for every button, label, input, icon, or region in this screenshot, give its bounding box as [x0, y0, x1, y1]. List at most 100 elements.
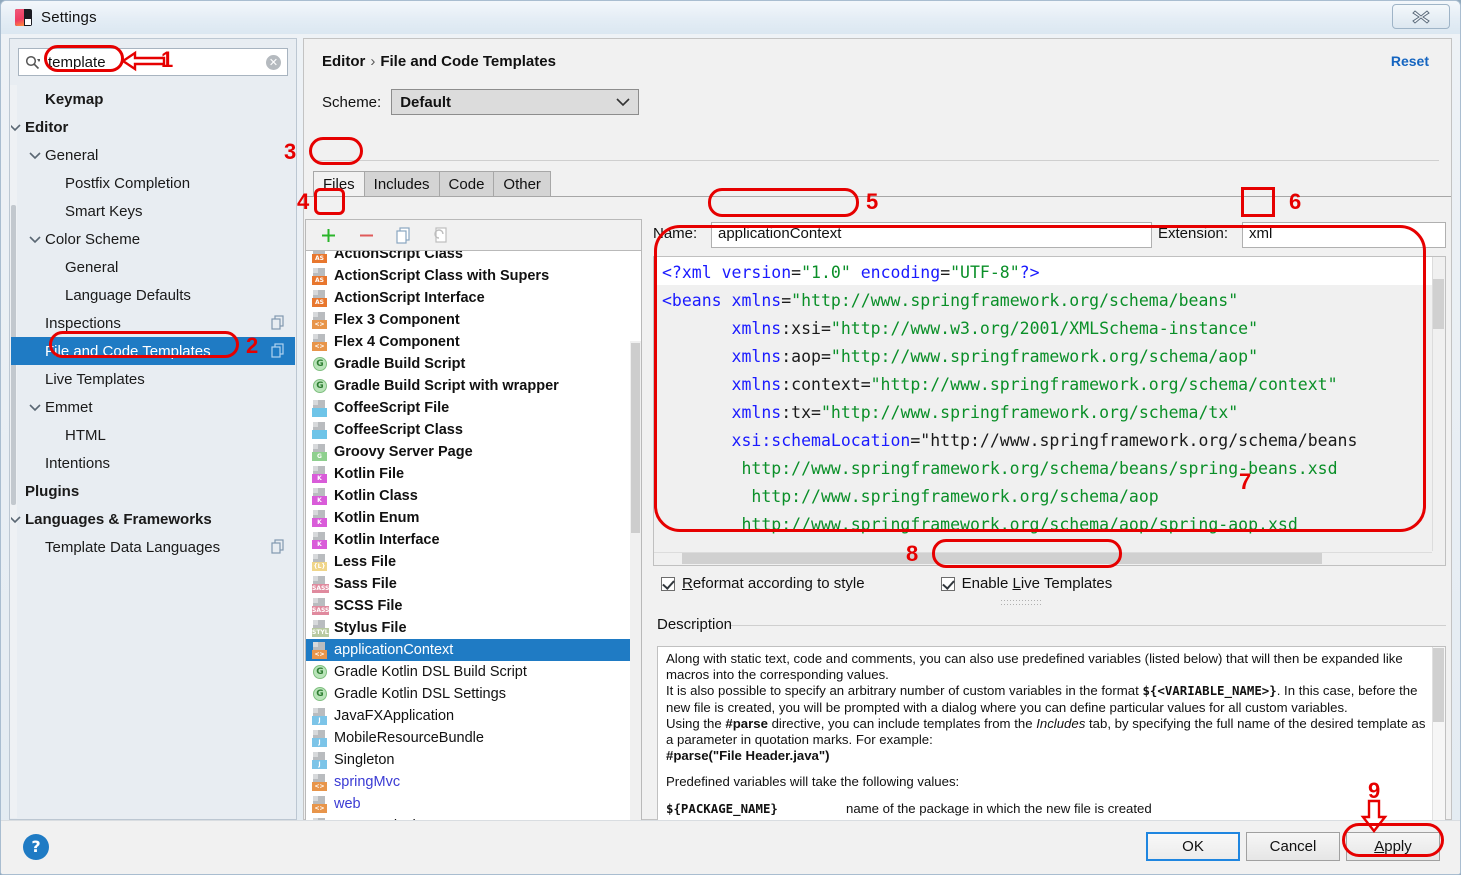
copy-icon[interactable]: [271, 343, 285, 358]
list-item[interactable]: STYL Stylus File: [306, 617, 641, 639]
enable-live-templates-checkbox[interactable]: Enable Live Templates: [940, 575, 1112, 592]
sidebar-item-editor[interactable]: Editor: [11, 113, 295, 141]
sidebar-item-color-scheme[interactable]: Color Scheme: [11, 225, 295, 253]
code-editor-content[interactable]: <?xml version="1.0" encoding="UTF-8"?> <b…: [662, 259, 1431, 539]
tab-files[interactable]: Files: [313, 171, 365, 197]
remove-template-button[interactable]: [356, 225, 376, 245]
reformat-according-to-style-checkbox[interactable]: Reformat according to style: [661, 575, 865, 592]
list-item[interactable]: J Singleton: [306, 749, 641, 771]
chevron-down-icon[interactable]: [29, 399, 43, 416]
chevron-down-icon[interactable]: [29, 231, 43, 248]
list-item[interactable]: CoffeeScript File: [306, 397, 641, 419]
search-input[interactable]: template ✕: [18, 48, 288, 76]
code-line: <?xml version="1.0" encoding="UTF-8"?>: [662, 263, 1040, 282]
sidebar-item-plugins[interactable]: Plugins: [11, 477, 295, 505]
sidebar-item-live-templates[interactable]: Live Templates: [11, 365, 295, 393]
list-item[interactable]: J JavaFXApplication: [306, 705, 641, 727]
description-scrollbar-thumb[interactable]: [1433, 648, 1444, 722]
extension-field[interactable]: xml: [1242, 222, 1446, 248]
sidebar-item-postfix-completion[interactable]: Postfix Completion: [11, 169, 295, 197]
sidebar-item-label: Languages & Frameworks: [25, 510, 212, 528]
list-item[interactable]: <> springMvc: [306, 771, 641, 793]
list-item[interactable]: G Gradle Build Script: [306, 353, 641, 375]
template-list-scrollbar-thumb[interactable]: [631, 343, 640, 533]
sidebar-item-html[interactable]: HTML: [11, 421, 295, 449]
sidebar-item-label: General: [65, 258, 119, 276]
list-item[interactable]: <> Flex 3 Component: [306, 309, 641, 331]
apply-button[interactable]: Apply: [1346, 832, 1440, 861]
list-item[interactable]: K Kotlin File: [306, 463, 641, 485]
java-file-icon: J: [312, 707, 328, 725]
revert-template-button[interactable]: [432, 225, 452, 245]
tab-other[interactable]: Other: [493, 171, 551, 197]
reset-link[interactable]: Reset: [1391, 53, 1429, 69]
groovy-file-icon: G: [312, 443, 328, 461]
scheme-value: Default: [400, 93, 452, 111]
list-item[interactable]: AS ActionScript Interface: [306, 287, 641, 309]
sidebar-item-template-data-languages[interactable]: Template Data Languages: [11, 533, 295, 561]
list-item-label: Flex 3 Component: [334, 312, 460, 328]
code-editor-vscrollbar-thumb[interactable]: [1433, 279, 1444, 329]
sidebar-item-languages-frameworks[interactable]: Languages & Frameworks: [11, 505, 295, 533]
annotation-number-3: 3: [284, 139, 297, 164]
help-icon[interactable]: ?: [23, 834, 49, 860]
list-item[interactable]: G Groovy Server Page: [306, 441, 641, 463]
list-item[interactable]: SASS SCSS File: [306, 595, 641, 617]
list-item-label: web: [334, 796, 361, 812]
list-item[interactable]: G Gradle Kotlin DSL Settings: [306, 683, 641, 705]
list-item[interactable]: <> Flex 4 Component: [306, 331, 641, 353]
list-item[interactable]: AS ActionScript Class: [306, 251, 641, 265]
chevron-down-icon[interactable]: [11, 511, 23, 528]
code-editor-hscrollbar-thumb[interactable]: [682, 553, 1322, 564]
copy-template-button[interactable]: [394, 225, 414, 245]
ok-button[interactable]: OK: [1146, 832, 1240, 861]
sidebar-item-general[interactable]: General: [11, 253, 295, 281]
copy-icon[interactable]: [271, 315, 285, 330]
code-editor-hscrollbar[interactable]: [654, 552, 1432, 565]
tab-code[interactable]: Code: [438, 171, 495, 197]
close-icon[interactable]: [1392, 4, 1450, 29]
extension-label: Extension:: [1158, 225, 1229, 242]
code-line: http://www.springframework.org/schema/ao…: [662, 487, 1159, 506]
list-item[interactable]: <> web: [306, 793, 641, 815]
list-item[interactable]: K Kotlin Enum: [306, 507, 641, 529]
list-item[interactable]: K Kotlin Interface: [306, 529, 641, 551]
list-item[interactable]: G Gradle Build Script with wrapper: [306, 375, 641, 397]
list-item[interactable]: G Gradle Kotlin DSL Build Script: [306, 661, 641, 683]
sidebar-item-emmet[interactable]: Emmet: [11, 393, 295, 421]
list-item-label: Gradle Kotlin DSL Build Script: [334, 664, 527, 680]
scheme-select[interactable]: Default: [391, 89, 640, 115]
coffee-file-icon: [312, 399, 328, 417]
code-editor[interactable]: <?xml version="1.0" encoding="UTF-8"?> <b…: [653, 256, 1446, 566]
chevron-down-icon[interactable]: [29, 147, 43, 164]
resize-grip[interactable]: [1001, 600, 1041, 607]
sidebar-item-smart-keys[interactable]: Smart Keys: [11, 197, 295, 225]
sidebar-item-language-defaults[interactable]: Language Defaults: [11, 281, 295, 309]
chevron-down-icon[interactable]: [11, 119, 23, 136]
as-file-icon: AS: [312, 267, 328, 285]
tab-includes[interactable]: Includes: [363, 171, 440, 197]
cancel-button[interactable]: Cancel: [1246, 832, 1340, 861]
window-title: Settings: [41, 9, 97, 26]
sidebar-item-label: Template Data Languages: [45, 538, 221, 556]
list-item-label: Kotlin Class: [334, 488, 418, 504]
sidebar-item-general[interactable]: General: [11, 141, 295, 169]
add-template-button[interactable]: [318, 225, 338, 245]
list-item[interactable]: SASS Sass File: [306, 573, 641, 595]
list-item[interactable]: CoffeeScript Class: [306, 419, 641, 441]
code-editor-vscrollbar[interactable]: [1432, 257, 1445, 551]
sidebar-item-keymap[interactable]: Keymap: [11, 85, 295, 113]
list-item[interactable]: K Kotlin Class: [306, 485, 641, 507]
name-field[interactable]: applicationContext: [711, 222, 1152, 248]
sidebar-item-intentions[interactable]: Intentions: [11, 449, 295, 477]
list-item[interactable]: {L} Less File: [306, 551, 641, 573]
list-item[interactable]: AS ActionScript Class with Supers: [306, 265, 641, 287]
breadcrumb-root[interactable]: Editor: [322, 53, 365, 70]
list-item[interactable]: J MobileResourceBundle: [306, 727, 641, 749]
list-item-label: Gradle Build Script: [334, 356, 466, 372]
divider: [316, 160, 1439, 161]
clear-icon[interactable]: ✕: [266, 54, 281, 70]
template-list[interactable]: AS ActionScript Class AS ActionScript Class…: [305, 250, 642, 835]
copy-icon[interactable]: [271, 539, 285, 554]
list-item[interactable]: <> applicationContext: [306, 639, 641, 661]
